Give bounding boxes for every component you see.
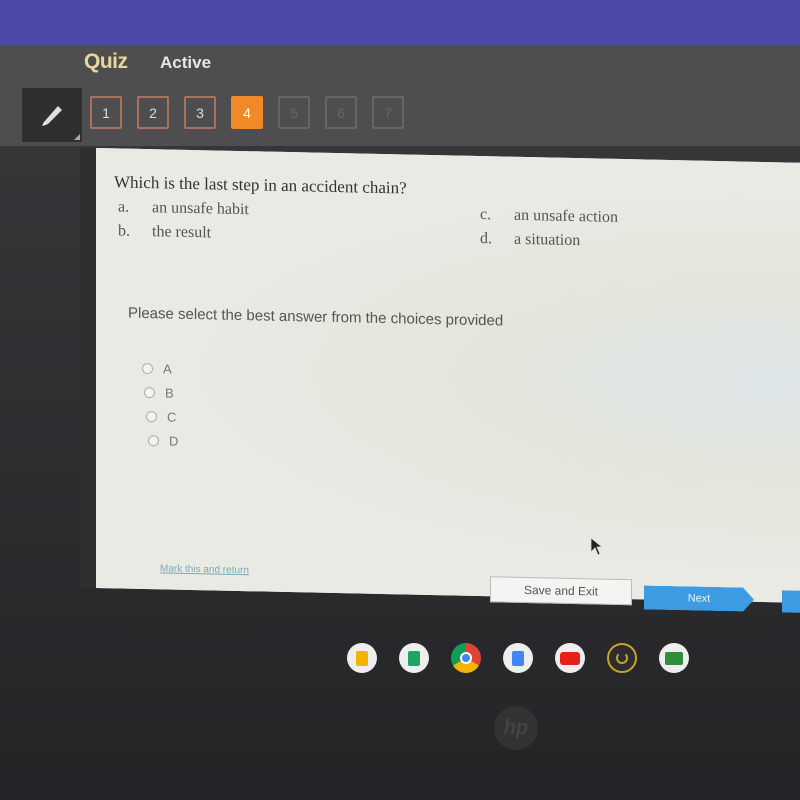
question-nav-6: 6 [325, 96, 357, 129]
option-label: C [167, 409, 177, 425]
radio-button[interactable] [148, 435, 159, 447]
question-nav-3[interactable]: 3 [184, 96, 216, 129]
option-label: A [163, 361, 172, 377]
choice-c: c. an unsafe action [480, 206, 618, 227]
classroom-icon[interactable] [659, 643, 689, 673]
next-button[interactable]: Next [644, 585, 754, 611]
question-navigator: 1 2 3 4 5 6 7 [90, 96, 404, 129]
question-nav-7: 7 [372, 96, 404, 129]
quiz-status: Active [160, 53, 212, 72]
card-shadow [80, 148, 96, 588]
choice-b: b. the result [118, 222, 211, 242]
question-card: Which is the last step in an accident ch… [96, 148, 800, 614]
question-nav-1[interactable]: 1 [90, 96, 122, 129]
mark-and-return-link[interactable]: Mark this and return [160, 563, 249, 576]
quiz-title: Quiz [84, 50, 128, 73]
submit-button-partial[interactable] [782, 590, 800, 614]
save-and-exit-button[interactable]: Save and Exit [490, 576, 632, 606]
choice-text: the result [152, 223, 212, 242]
chrome-icon[interactable] [451, 643, 481, 673]
option-label: B [165, 385, 174, 401]
radio-button[interactable] [146, 411, 157, 423]
choice-letter: d. [480, 230, 492, 248]
choice-letter: a. [118, 198, 130, 216]
corner-indicator [74, 134, 80, 140]
choice-text: an unsafe habit [152, 199, 249, 219]
question-nav-2[interactable]: 2 [137, 96, 169, 129]
choice-a: a. an unsafe habit [118, 198, 249, 219]
choice-letter: b. [118, 222, 130, 240]
youtube-icon[interactable] [555, 643, 585, 673]
answer-option-a[interactable]: A [142, 361, 172, 377]
question-nav-4[interactable]: 4 [231, 96, 263, 129]
power-icon[interactable] [607, 643, 637, 673]
sheets-icon[interactable] [399, 643, 429, 673]
pencil-icon [42, 106, 62, 126]
hp-logo: hp [494, 706, 538, 750]
chromeos-shelf [347, 643, 689, 673]
choice-text: an unsafe action [514, 206, 618, 226]
browser-top-bar [0, 0, 800, 46]
choice-text: a situation [514, 230, 581, 250]
choice-letter: c. [480, 206, 492, 224]
slides-icon[interactable] [347, 643, 377, 673]
choice-d: d. a situation [480, 230, 580, 250]
answer-option-b[interactable]: B [144, 385, 174, 401]
option-label: D [169, 433, 179, 449]
answer-option-c[interactable]: C [146, 409, 176, 425]
mouse-cursor-icon [590, 537, 604, 556]
screen: Quiz Active 1 2 3 4 5 6 7 Which is the l… [0, 0, 800, 800]
notes-tool-button[interactable] [22, 88, 82, 142]
answer-option-d[interactable]: D [148, 433, 178, 449]
radio-button[interactable] [144, 387, 155, 399]
question-nav-5: 5 [278, 96, 310, 129]
radio-button[interactable] [142, 362, 153, 375]
docs-icon[interactable] [503, 643, 533, 673]
